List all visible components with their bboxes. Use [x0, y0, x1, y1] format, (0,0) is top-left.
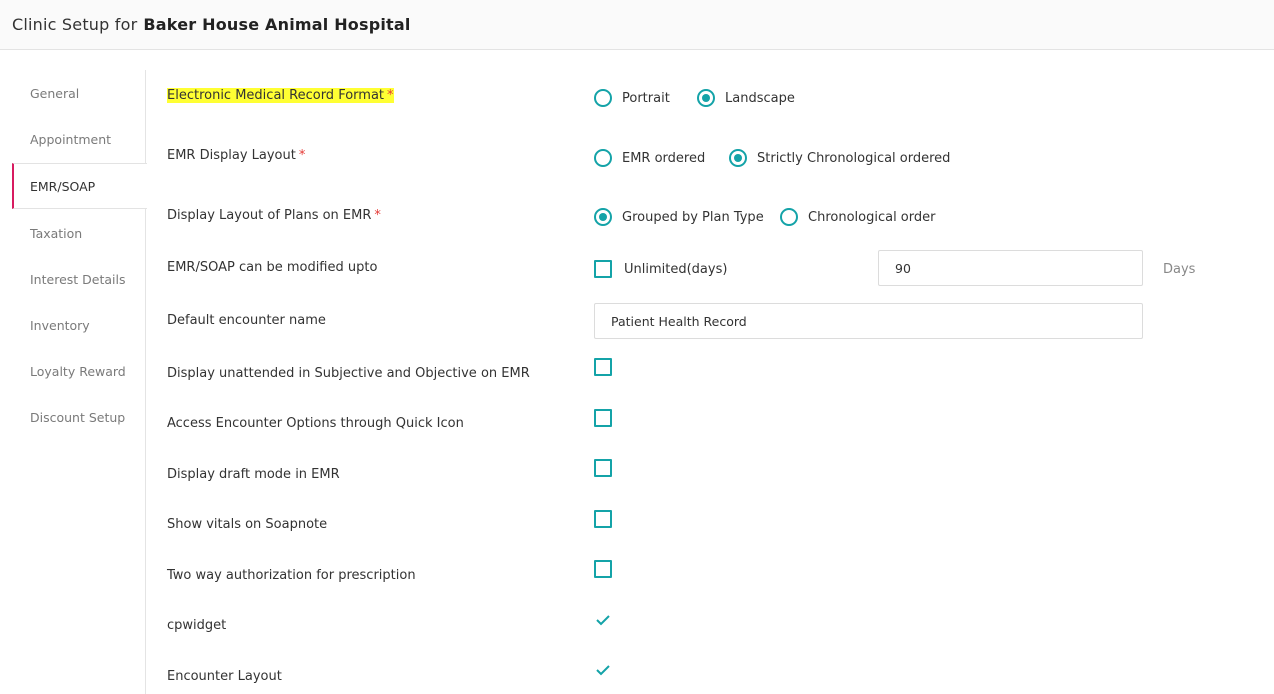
- header-prefix: Clinic Setup for: [12, 15, 138, 34]
- encounter-name-label: Default encounter name: [167, 313, 326, 328]
- radio-portrait[interactable]: Portrait: [594, 89, 670, 107]
- unlimited-days-option[interactable]: Unlimited(days): [594, 260, 727, 278]
- modify-days-input[interactable]: [878, 250, 1143, 286]
- radio-label: Grouped by Plan Type: [622, 209, 764, 225]
- emr-format-label-string: Electronic Medical Record Format: [167, 88, 385, 103]
- radio-label: EMR ordered: [622, 150, 706, 166]
- toggle-label-cpwidget: cpwidget: [167, 618, 227, 633]
- sidebar-item-interest-details[interactable]: Interest Details: [12, 256, 146, 302]
- radio-grouped-by-plan-type[interactable]: Grouped by Plan Type: [594, 208, 764, 226]
- radio-button-checked[interactable]: [594, 208, 612, 226]
- quick-icon-checkbox[interactable]: [594, 409, 612, 427]
- radio-label: Portrait: [622, 90, 670, 106]
- radio-button[interactable]: [594, 89, 612, 107]
- radio-emr-ordered[interactable]: EMR ordered: [594, 149, 705, 167]
- sidebar-item-appointment[interactable]: Appointment: [12, 116, 146, 162]
- emr-format-label-text: Electronic Medical Record Format *: [167, 88, 394, 103]
- sidebar-item-discount-setup[interactable]: Discount Setup: [12, 394, 146, 440]
- radio-button[interactable]: [780, 208, 798, 226]
- radio-landscape[interactable]: Landscape: [697, 89, 795, 107]
- unlimited-days-checkbox[interactable]: [594, 260, 612, 278]
- page-header: Clinic Setup for Baker House Animal Hosp…: [0, 0, 1274, 50]
- encounter-name-input[interactable]: [594, 303, 1143, 339]
- sidebar-item-inventory[interactable]: Inventory: [12, 302, 146, 348]
- required-mark: *: [298, 148, 306, 163]
- toggle-label-display-unattended: Display unattended in Subjective and Obj…: [167, 366, 530, 381]
- radio-label: Landscape: [725, 90, 795, 106]
- sidebar-item-label: General: [30, 85, 80, 101]
- toggle-label-show-vitals: Show vitals on Soapnote: [167, 517, 328, 532]
- radio-button-checked[interactable]: [697, 89, 715, 107]
- show-vitals-checkbox[interactable]: [594, 510, 612, 528]
- toggle-label-two-way-auth: Two way authorization for prescription: [167, 568, 416, 583]
- sidebar-item-emr-soap[interactable]: EMR/SOAP: [12, 163, 147, 209]
- emr-format-label: Electronic Medical Record Format *: [167, 88, 394, 103]
- modify-upto-label: EMR/SOAP can be modified upto: [167, 260, 378, 275]
- display-unattended-checkbox[interactable]: [594, 358, 612, 376]
- sidebar-item-label: Appointment: [30, 131, 112, 147]
- sidebar-item-label: Taxation: [30, 225, 83, 241]
- radio-button[interactable]: [594, 149, 612, 167]
- cpwidget-check-icon[interactable]: [595, 613, 611, 627]
- plans-layout-label: Display Layout of Plans on EMR *: [167, 208, 381, 223]
- toggle-label-quick-icon: Access Encounter Options through Quick I…: [167, 416, 464, 431]
- radio-label: Chronological order: [808, 209, 936, 225]
- toggle-label-encounter-layout: Encounter Layout: [167, 669, 282, 684]
- two-way-auth-checkbox[interactable]: [594, 560, 612, 578]
- radio-label: Strictly Chronological ordered: [757, 150, 951, 166]
- sidebar-item-label: Interest Details: [30, 271, 126, 287]
- sidebar-item-label: Loyalty Reward: [30, 363, 126, 379]
- emr-display-layout-label-string: EMR Display Layout: [167, 148, 296, 163]
- encounter-layout-check-icon[interactable]: [595, 663, 611, 677]
- sidebar-item-general[interactable]: General: [12, 70, 146, 116]
- unlimited-days-label: Unlimited(days): [624, 261, 728, 277]
- radio-button-checked[interactable]: [729, 149, 747, 167]
- sidebar-item-loyalty-reward[interactable]: Loyalty Reward: [12, 348, 146, 394]
- sidebar-item-label: Inventory: [30, 317, 90, 333]
- sidebar-item-label: Discount Setup: [30, 409, 126, 425]
- radio-strictly-chronological[interactable]: Strictly Chronological ordered: [729, 149, 950, 167]
- toggle-label-draft-mode: Display draft mode in EMR: [167, 467, 340, 482]
- days-unit-label: Days: [1163, 262, 1196, 277]
- required-mark: *: [387, 88, 394, 103]
- required-mark: *: [374, 208, 381, 223]
- plans-layout-label-string: Display Layout of Plans on EMR: [167, 208, 372, 223]
- radio-chronological-order[interactable]: Chronological order: [780, 208, 935, 226]
- emr-display-layout-label: EMR Display Layout *: [167, 148, 305, 163]
- clinic-name: Baker House Animal Hospital: [143, 15, 411, 34]
- sidebar-item-taxation[interactable]: Taxation: [12, 210, 146, 256]
- draft-mode-checkbox[interactable]: [594, 459, 612, 477]
- settings-sidebar: General Appointment EMR/SOAP Taxation In…: [12, 70, 147, 694]
- sidebar-item-label: EMR/SOAP: [30, 178, 96, 194]
